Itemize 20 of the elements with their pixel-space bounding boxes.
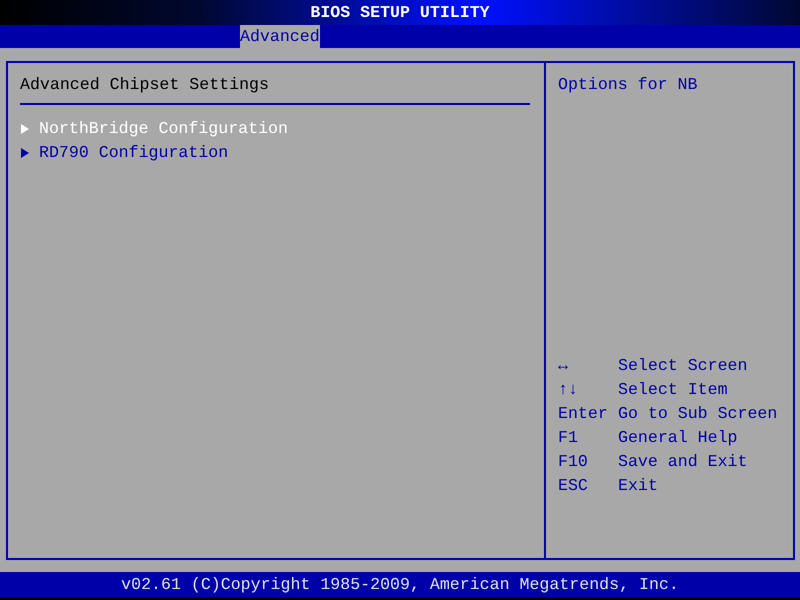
- key-label: Enter: [558, 403, 609, 425]
- key-label: ESC: [558, 475, 589, 497]
- key-action: Select Screen: [618, 355, 748, 377]
- triangle-icon: [20, 124, 30, 134]
- key-label: F10: [558, 451, 589, 473]
- key-action: Select Item: [618, 379, 728, 401]
- copyright-text: v02.61 (C)Copyright 1985-2009, American Megatrends, Inc.: [121, 575, 679, 594]
- key-label: F1: [558, 427, 579, 449]
- key-label: ↔: [558, 355, 569, 377]
- key-action: General Help: [618, 427, 738, 449]
- key-label: ↑↓: [558, 379, 579, 401]
- section-title: Advanced Chipset Settings: [20, 74, 270, 96]
- menu-tab[interactable]: Advanced: [240, 25, 320, 48]
- triangle-icon: [20, 148, 30, 158]
- window-title: BIOS SETUP UTILITY: [310, 3, 490, 22]
- key-action: Exit: [618, 475, 658, 497]
- key-action: Go to Sub Screen: [618, 403, 778, 425]
- key-action: Save and Exit: [618, 451, 748, 473]
- help-text: Options for NB: [558, 74, 698, 96]
- submenu-item[interactable]: RD790 Configuration: [20, 141, 544, 165]
